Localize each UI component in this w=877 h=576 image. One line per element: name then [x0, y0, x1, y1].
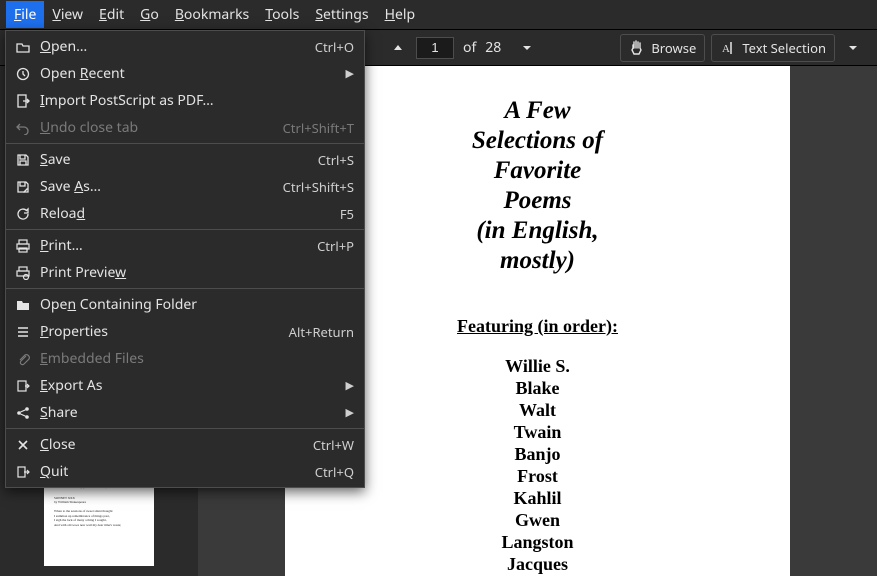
- menu-item-print-preview[interactable]: Print Preview: [6, 259, 364, 286]
- menu-item-label: Reload: [40, 204, 340, 223]
- tool-dropdown-button[interactable]: [841, 36, 865, 60]
- quit-icon: [14, 463, 32, 481]
- svg-text:A: A: [722, 43, 730, 55]
- menubar-item-edit[interactable]: Edit: [91, 1, 132, 28]
- menu-item-open[interactable]: Open…Ctrl+O: [6, 33, 364, 60]
- menu-item-label: Embedded Files: [40, 349, 354, 368]
- document-poets-list: Willie S.BlakeWaltTwainBanjoFrostKahlilG…: [305, 355, 770, 576]
- browse-tool-button[interactable]: Browse: [620, 34, 705, 62]
- reload-icon: [14, 205, 32, 223]
- menubar-item-file[interactable]: File: [6, 1, 44, 28]
- menu-item-save[interactable]: SaveCtrl+S: [6, 146, 364, 173]
- menu-item-label: Open…: [40, 37, 315, 56]
- menu-separator: [6, 428, 364, 429]
- hand-icon: [629, 40, 645, 56]
- menu-item-shortcut: Ctrl+O: [315, 38, 354, 56]
- menu-item-label: Share: [40, 403, 338, 422]
- browse-label: Browse: [651, 39, 696, 57]
- saveas-icon: [14, 178, 32, 196]
- menu-item-label: Export As: [40, 376, 338, 395]
- page-of-label: of: [460, 38, 479, 57]
- menu-item-save-as[interactable]: Save As…Ctrl+Shift+S: [6, 173, 364, 200]
- share-icon: [14, 404, 32, 422]
- folder-icon: [14, 296, 32, 314]
- recent-icon: [14, 65, 32, 83]
- menubar-item-tools[interactable]: Tools: [257, 1, 307, 28]
- menubar-item-go[interactable]: Go: [132, 1, 167, 28]
- menu-item-label: Close: [40, 435, 313, 454]
- page-navigation: of 28: [386, 36, 539, 60]
- text-selection-tool-button[interactable]: A Text Selection: [711, 34, 835, 62]
- menu-item-shortcut: F5: [340, 205, 354, 223]
- menu-separator: [6, 288, 364, 289]
- menu-item-print[interactable]: Print…Ctrl+P: [6, 232, 364, 259]
- menu-item-close[interactable]: CloseCtrl+W: [6, 431, 364, 458]
- prev-page-button[interactable]: [386, 36, 410, 60]
- document-featuring-heading: Featuring (in order):: [305, 316, 770, 337]
- menu-item-open-containing-folder[interactable]: Open Containing Folder: [6, 291, 364, 318]
- save-icon: [14, 151, 32, 169]
- menu-item-embedded-files: Embedded Files: [6, 345, 364, 372]
- menubar-item-bookmarks[interactable]: Bookmarks: [167, 1, 257, 28]
- page-dropdown-button[interactable]: [515, 36, 539, 60]
- document-title: A FewSelections ofFavoritePoems(in Engli…: [305, 96, 770, 276]
- submenu-arrow-icon: ▶: [346, 405, 354, 420]
- menu-item-properties[interactable]: PropertiesAlt+Return: [6, 318, 364, 345]
- menu-item-shortcut: Ctrl+Q: [315, 463, 354, 481]
- menu-item-label: Undo close tab: [40, 118, 283, 137]
- menu-item-shortcut: Alt+Return: [289, 323, 354, 341]
- menu-item-label: Open Containing Folder: [40, 295, 354, 314]
- preview-icon: [14, 264, 32, 282]
- print-icon: [14, 237, 32, 255]
- page-total: 28: [485, 38, 501, 57]
- props-icon: [14, 323, 32, 341]
- menu-item-shortcut: Ctrl+Shift+T: [283, 119, 354, 137]
- menu-item-undo-close-tab: Undo close tabCtrl+Shift+T: [6, 114, 364, 141]
- open-icon: [14, 38, 32, 56]
- toolbar-right-group: Browse A Text Selection: [620, 34, 871, 62]
- menubar: FileViewEditGoBookmarksToolsSettingsHelp: [0, 0, 877, 30]
- import-icon: [14, 92, 32, 110]
- close-icon: [14, 436, 32, 454]
- menu-separator: [6, 143, 364, 144]
- menu-item-shortcut: Ctrl+W: [313, 436, 354, 454]
- submenu-arrow-icon: ▶: [346, 378, 354, 393]
- text-cursor-icon: A: [720, 40, 736, 56]
- menu-item-label: Print…: [40, 236, 317, 255]
- menu-item-label: Import PostScript as PDF…: [40, 91, 354, 110]
- text-selection-label: Text Selection: [742, 39, 826, 57]
- menu-item-label: Save As…: [40, 177, 283, 196]
- menu-item-shortcut: Ctrl+Shift+S: [283, 178, 354, 196]
- menu-item-import-postscript-as-pdf[interactable]: Import PostScript as PDF…: [6, 87, 364, 114]
- menu-item-label: Properties: [40, 322, 289, 341]
- export-icon: [14, 377, 32, 395]
- file-menu-dropdown: Open…Ctrl+O Open Recent ▶ Import PostScript…: [5, 30, 365, 488]
- menu-item-label: Open Recent: [40, 64, 338, 83]
- menu-item-label: Save: [40, 150, 318, 169]
- menu-item-label: Print Preview: [40, 263, 354, 282]
- menu-item-shortcut: Ctrl+P: [317, 237, 354, 255]
- menu-item-open-recent[interactable]: Open Recent ▶: [6, 60, 364, 87]
- menu-item-quit[interactable]: QuitCtrl+Q: [6, 458, 364, 485]
- page-number-input[interactable]: [416, 37, 454, 59]
- menu-separator: [6, 229, 364, 230]
- menu-item-shortcut: Ctrl+S: [318, 151, 354, 169]
- menubar-item-settings[interactable]: Settings: [307, 1, 376, 28]
- undo-icon: [14, 119, 32, 137]
- menubar-item-view[interactable]: View: [44, 1, 91, 28]
- menu-item-label: Quit: [40, 462, 315, 481]
- attach-icon: [14, 350, 32, 368]
- menubar-item-help[interactable]: Help: [377, 1, 424, 28]
- submenu-arrow-icon: ▶: [346, 66, 354, 81]
- menu-item-reload[interactable]: ReloadF5: [6, 200, 364, 227]
- menu-item-share[interactable]: Share ▶: [6, 399, 364, 426]
- menu-item-export-as[interactable]: Export As ▶: [6, 372, 364, 399]
